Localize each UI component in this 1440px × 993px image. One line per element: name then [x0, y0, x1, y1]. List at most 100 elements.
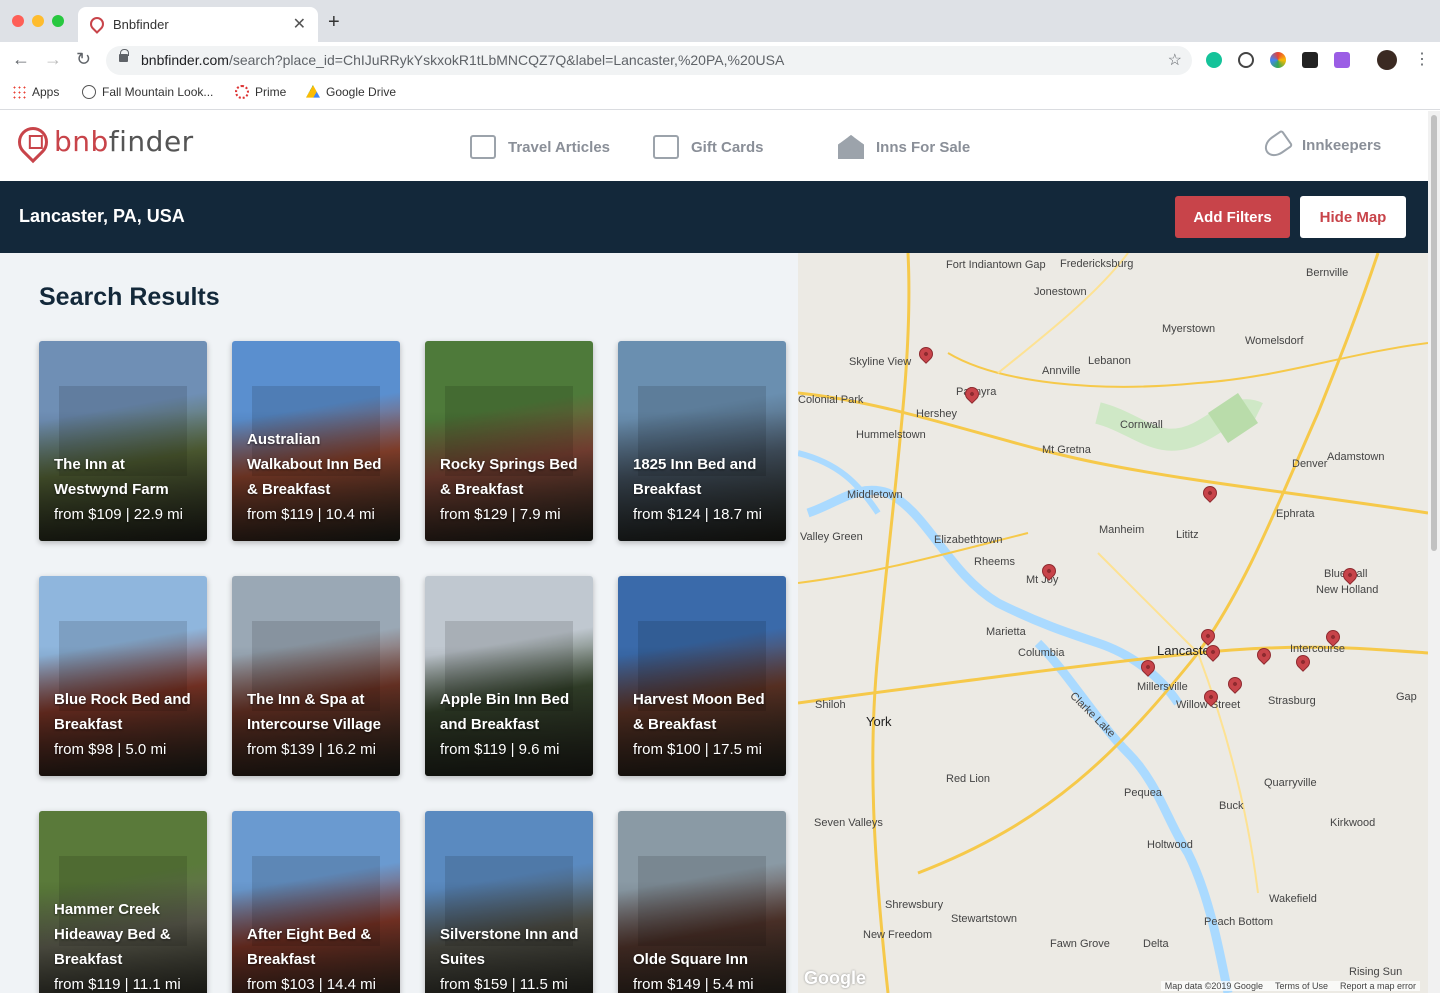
map-attribution: Map data ©2019 Google Terms of Use Repor…: [1160, 981, 1420, 991]
minimize-window-button[interactable]: [32, 15, 44, 27]
result-card[interactable]: Silverstone Inn and Suites from $159 | 11…: [425, 811, 593, 993]
map-place-label: Rising Sun: [1349, 966, 1403, 978]
map-place-label: Holtwood: [1147, 839, 1193, 851]
map-place-label: Gap: [1396, 691, 1417, 703]
nav-label: Gift Cards: [691, 138, 764, 156]
map-place-label: Columbia: [1018, 647, 1065, 659]
map-place-label: Fawn Grove: [1050, 938, 1110, 950]
site-icon: [82, 85, 96, 99]
bnbfinder-favicon-icon: [87, 14, 107, 34]
lock-icon: [119, 49, 129, 62]
result-card[interactable]: Australian Walkabout Inn Bed & Breakfast…: [232, 341, 400, 541]
info-extension-icon[interactable]: [1238, 52, 1254, 68]
prime-icon: [235, 85, 249, 99]
card-text: Silverstone Inn and Suites from $159 | 11…: [440, 922, 583, 993]
map-place-label: Pequea: [1124, 787, 1162, 799]
url-text[interactable]: bnbfinder.com/search?place_id=ChIJuRRykY…: [141, 52, 784, 68]
bookmark-label: Prime: [255, 85, 287, 99]
result-card[interactable]: Apple Bin Inn Bed and Breakfast from $119…: [425, 576, 593, 776]
nav-innkeepers[interactable]: Innkeepers: [1260, 129, 1381, 161]
card-text: Rocky Springs Bed & Breakfast from $129 |…: [440, 452, 583, 527]
close-tab-icon[interactable]: ✕: [293, 14, 306, 34]
card-text: Harvest Moon Bed & Breakfast from $100 | …: [633, 687, 776, 762]
logo-text: bnbfinder: [54, 125, 194, 158]
map-place-label: Mt Gretna: [1042, 444, 1091, 456]
result-card[interactable]: The Inn & Spa at Intercourse Village from…: [232, 576, 400, 776]
bookmark-apps[interactable]: Apps: [12, 85, 59, 99]
card-text: Apple Bin Inn Bed and Breakfast from $119…: [440, 687, 583, 762]
map-panel[interactable]: Fort Indiantown Gap Fredericksburg Bernvil…: [798, 253, 1428, 993]
grammarly-extension-icon[interactable]: [1206, 52, 1222, 68]
map-data-credit: Map data ©2019 Google: [1164, 981, 1263, 991]
result-card[interactable]: Rocky Springs Bed & Breakfast from $129 |…: [425, 341, 593, 541]
map-place-label: Fort Indiantown Gap: [946, 259, 1046, 271]
map-place-label: Colonial Park: [798, 394, 864, 406]
result-card[interactable]: 1825 Inn Bed and Breakfast from $124 | 18…: [618, 341, 786, 541]
map-place-label: Myerstown: [1162, 323, 1216, 335]
browser-tab[interactable]: Bnbfinder ✕: [78, 7, 318, 42]
map-place-label: Stewartstown: [951, 913, 1018, 925]
result-card[interactable]: Blue Rock Bed and Breakfast from $98 | 5.…: [39, 576, 207, 776]
new-tab-icon[interactable]: +: [328, 11, 340, 34]
page-scrollbar[interactable]: [1428, 111, 1440, 993]
card-text: The Inn at Westwynd Farm from $109 | 22.9…: [54, 452, 197, 527]
result-price-distance: from $139 | 16.2 mi: [247, 741, 376, 758]
map-place-label: Annville: [1042, 365, 1081, 377]
map-place-label: Strasburg: [1268, 695, 1316, 707]
browser-menu-icon[interactable]: ⋮: [1414, 49, 1430, 69]
site-header: bnbfinder Travel Articles Gift Cards Inn…: [0, 111, 1428, 181]
map-place-label: Fredericksburg: [1060, 258, 1134, 270]
tab-title: Bnbfinder: [113, 17, 169, 32]
nav-inns-for-sale[interactable]: Inns For Sale: [838, 135, 970, 159]
pen-extension-icon[interactable]: [1334, 52, 1350, 68]
hide-map-button[interactable]: Hide Map: [1300, 196, 1406, 238]
back-arrow-icon[interactable]: ←: [12, 49, 30, 70]
bookmark-star-icon[interactable]: ☆: [1168, 50, 1182, 70]
nav-gift-cards[interactable]: Gift Cards: [653, 135, 764, 159]
close-window-button[interactable]: [12, 15, 24, 27]
add-filters-button[interactable]: Add Filters: [1175, 196, 1290, 238]
map-place-label: Shiloh: [815, 699, 846, 711]
gift-card-icon: [653, 135, 679, 159]
results-title: Search Results: [39, 283, 220, 311]
result-name: Olde Square Inn: [633, 951, 749, 968]
address-bar[interactable]: bnbfinder.com/search?place_id=ChIJuRRykY…: [106, 46, 1192, 75]
bookmark-google-drive[interactable]: Google Drive: [306, 85, 396, 99]
color-extension-icon[interactable]: [1270, 52, 1286, 68]
report-map-error-link[interactable]: Report a map error: [1340, 981, 1416, 991]
result-price-distance: from $129 | 7.9 mi: [440, 506, 561, 523]
terms-of-use-link[interactable]: Terms of Use: [1275, 981, 1328, 991]
card-text: Olde Square Inn from $149 | 5.4 mi: [633, 947, 776, 993]
result-name: Apple Bin Inn Bed and Breakfast: [440, 691, 570, 733]
result-card[interactable]: Olde Square Inn from $149 | 5.4 mi: [618, 811, 786, 993]
bookmark-prime[interactable]: Prime: [235, 85, 286, 99]
map-place-label: New Holland: [1316, 584, 1379, 596]
map-place-label: New Freedom: [863, 929, 933, 941]
nav-travel-articles[interactable]: Travel Articles: [470, 135, 610, 159]
bnbfinder-logo[interactable]: bnbfinder: [11, 120, 194, 163]
scrollbar-thumb[interactable]: [1431, 115, 1437, 551]
reload-icon[interactable]: ↻: [76, 49, 91, 70]
map-place-label: Bernville: [1306, 267, 1349, 279]
result-card[interactable]: Harvest Moon Bed & Breakfast from $100 | …: [618, 576, 786, 776]
result-price-distance: from $103 | 14.4 mi: [247, 976, 376, 993]
camera-extension-icon[interactable]: [1302, 52, 1318, 68]
maximize-window-button[interactable]: [52, 15, 64, 27]
forward-arrow-icon[interactable]: →: [44, 49, 62, 70]
result-price-distance: from $119 | 9.6 mi: [440, 741, 560, 758]
map-place-label: Valley Green: [800, 531, 863, 543]
map-place-label: Kirkwood: [1330, 817, 1376, 829]
result-card[interactable]: Hammer Creek Hideaway Bed & Breakfast fro…: [39, 811, 207, 993]
result-card[interactable]: The Inn at Westwynd Farm from $109 | 22.9…: [39, 341, 207, 541]
result-price-distance: from $100 | 17.5 mi: [633, 741, 762, 758]
map-place-label: Cornwall: [1120, 419, 1163, 431]
result-name: Australian Walkabout Inn Bed & Breakfast: [247, 431, 382, 498]
logo-suffix: finder: [108, 125, 194, 158]
result-card[interactable]: After Eight Bed & Breakfast from $103 | 1…: [232, 811, 400, 993]
bookmark-fall-mountain[interactable]: Fall Mountain Look...: [82, 85, 213, 99]
bookmark-label: Fall Mountain Look...: [102, 85, 214, 99]
url-path: /search?place_id=ChIJuRRykYskxokR1tLbMNC…: [228, 52, 785, 68]
result-name: The Inn at Westwynd Farm: [54, 456, 169, 498]
map-place-label: Skyline View: [849, 356, 912, 368]
profile-avatar[interactable]: [1377, 50, 1397, 70]
